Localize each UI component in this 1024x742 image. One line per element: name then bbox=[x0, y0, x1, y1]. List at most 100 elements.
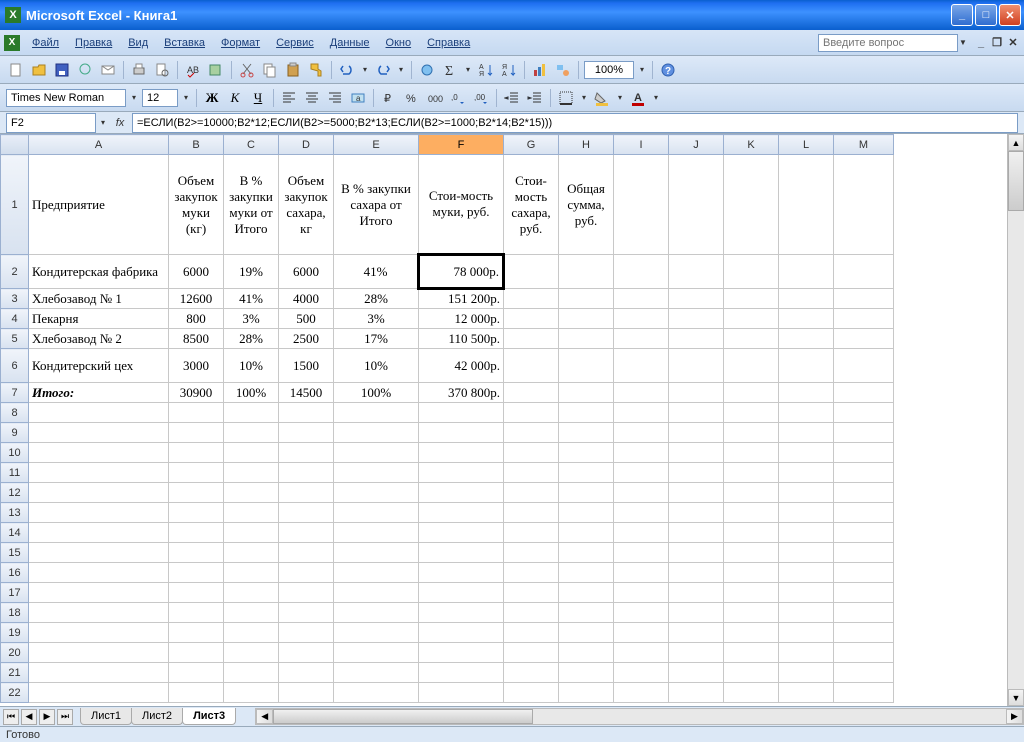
menu-file[interactable]: Файл bbox=[24, 35, 67, 51]
col-header-L[interactable]: L bbox=[779, 135, 834, 155]
row-header-9[interactable]: 9 bbox=[1, 423, 29, 443]
row-header-1[interactable]: 1 bbox=[1, 155, 29, 255]
cell[interactable] bbox=[669, 643, 724, 663]
cell[interactable] bbox=[669, 155, 724, 255]
cell[interactable] bbox=[334, 403, 419, 423]
row-header-14[interactable]: 14 bbox=[1, 523, 29, 543]
name-box[interactable]: F2 bbox=[6, 113, 96, 133]
cell[interactable] bbox=[504, 523, 559, 543]
cell[interactable] bbox=[504, 663, 559, 683]
cell[interactable] bbox=[279, 483, 334, 503]
cell[interactable] bbox=[224, 603, 279, 623]
menu-help[interactable]: Справка bbox=[419, 35, 478, 51]
cell[interactable] bbox=[334, 663, 419, 683]
cell[interactable]: Хлебозавод № 1 bbox=[29, 289, 169, 309]
cell[interactable] bbox=[614, 255, 669, 289]
decrease-decimal-icon[interactable]: ,00 bbox=[471, 88, 491, 108]
cell[interactable] bbox=[669, 289, 724, 309]
col-header-M[interactable]: M bbox=[834, 135, 894, 155]
row-header-4[interactable]: 4 bbox=[1, 309, 29, 329]
menu-view[interactable]: Вид bbox=[120, 35, 156, 51]
cell[interactable]: 100% bbox=[224, 383, 279, 403]
cell[interactable] bbox=[834, 543, 894, 563]
cell[interactable] bbox=[834, 583, 894, 603]
minimize-button[interactable]: _ bbox=[951, 4, 973, 26]
cell[interactable] bbox=[504, 309, 559, 329]
hyperlink-icon[interactable] bbox=[417, 60, 437, 80]
cell[interactable] bbox=[779, 543, 834, 563]
cell[interactable] bbox=[724, 663, 779, 683]
cell[interactable] bbox=[279, 503, 334, 523]
cell[interactable] bbox=[559, 443, 614, 463]
cell[interactable] bbox=[669, 329, 724, 349]
col-header-H[interactable]: H bbox=[559, 135, 614, 155]
cell[interactable]: Объем закупок муки (кг) bbox=[169, 155, 224, 255]
paste-icon[interactable] bbox=[283, 60, 303, 80]
cell[interactable] bbox=[669, 683, 724, 703]
cell[interactable]: 78 000р. bbox=[419, 255, 504, 289]
cell[interactable]: 6000 bbox=[169, 255, 224, 289]
doc-close-button[interactable]: ✕ bbox=[1006, 36, 1020, 50]
cell[interactable] bbox=[29, 663, 169, 683]
cell[interactable] bbox=[834, 503, 894, 523]
cell[interactable] bbox=[724, 255, 779, 289]
cell[interactable]: 12 000р. bbox=[419, 309, 504, 329]
cell[interactable] bbox=[224, 623, 279, 643]
cell[interactable] bbox=[559, 523, 614, 543]
cell[interactable] bbox=[559, 583, 614, 603]
cell[interactable] bbox=[279, 563, 334, 583]
autosum-icon[interactable]: Σ bbox=[440, 60, 460, 80]
cell[interactable]: Пекарня bbox=[29, 309, 169, 329]
cell[interactable]: Общая сумма, руб. bbox=[559, 155, 614, 255]
cell[interactable] bbox=[279, 663, 334, 683]
scroll-up-icon[interactable]: ▲ bbox=[1008, 134, 1024, 151]
maximize-button[interactable]: □ bbox=[975, 4, 997, 26]
menu-tools[interactable]: Сервис bbox=[268, 35, 322, 51]
cell[interactable] bbox=[504, 423, 559, 443]
cell[interactable]: 151 200р. bbox=[419, 289, 504, 309]
cell[interactable]: 800 bbox=[169, 309, 224, 329]
cell[interactable] bbox=[169, 403, 224, 423]
cell[interactable]: 2500 bbox=[279, 329, 334, 349]
cell[interactable] bbox=[29, 503, 169, 523]
cell[interactable] bbox=[334, 423, 419, 443]
scroll-down-icon[interactable]: ▼ bbox=[1008, 689, 1024, 706]
cell[interactable] bbox=[669, 403, 724, 423]
cell[interactable]: Итого: bbox=[29, 383, 169, 403]
cell[interactable] bbox=[279, 603, 334, 623]
cell[interactable]: Стои-мость сахара, руб. bbox=[504, 155, 559, 255]
cell[interactable]: 14500 bbox=[279, 383, 334, 403]
cell[interactable]: 3000 bbox=[169, 349, 224, 383]
cell[interactable] bbox=[419, 403, 504, 423]
cell[interactable] bbox=[559, 423, 614, 443]
cell[interactable] bbox=[834, 443, 894, 463]
cell[interactable] bbox=[504, 563, 559, 583]
row-header-13[interactable]: 13 bbox=[1, 503, 29, 523]
cell[interactable] bbox=[334, 443, 419, 463]
cell[interactable] bbox=[779, 155, 834, 255]
cell[interactable] bbox=[834, 329, 894, 349]
increase-decimal-icon[interactable]: ,0 bbox=[448, 88, 468, 108]
cell[interactable] bbox=[779, 523, 834, 543]
cell[interactable] bbox=[724, 463, 779, 483]
cell[interactable] bbox=[834, 155, 894, 255]
cell[interactable] bbox=[419, 463, 504, 483]
scroll-thumb[interactable] bbox=[1008, 151, 1024, 211]
cell[interactable] bbox=[614, 683, 669, 703]
cell[interactable] bbox=[504, 403, 559, 423]
cell[interactable] bbox=[724, 443, 779, 463]
cell[interactable] bbox=[224, 683, 279, 703]
cell[interactable] bbox=[559, 483, 614, 503]
cell[interactable] bbox=[504, 583, 559, 603]
cell[interactable] bbox=[779, 563, 834, 583]
cell[interactable] bbox=[834, 663, 894, 683]
help-dropdown-icon[interactable]: ▼ bbox=[958, 38, 968, 47]
cell[interactable] bbox=[724, 623, 779, 643]
cell[interactable] bbox=[334, 603, 419, 623]
font-size-input[interactable]: 12 bbox=[142, 89, 178, 107]
autosum-dropdown[interactable]: ▾ bbox=[463, 65, 473, 74]
cell[interactable] bbox=[334, 503, 419, 523]
cell[interactable] bbox=[724, 403, 779, 423]
spreadsheet-grid[interactable]: ABCDEFGHIJKLM1ПредприятиеОбъем закупок м… bbox=[0, 134, 1007, 706]
cell[interactable]: 4000 bbox=[279, 289, 334, 309]
